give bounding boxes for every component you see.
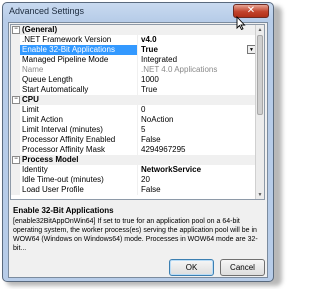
property-value[interactable]: False [137,135,256,145]
gutter [11,75,20,85]
property-row[interactable]: Managed Pipeline Mode Integrated [11,55,256,65]
collapse-toggle-icon[interactable]: − [12,96,20,104]
title-bar[interactable]: Advanced Settings ✕ [3,3,273,22]
property-name[interactable]: Idle Time-out (minutes) [20,175,137,185]
property-name[interactable]: Processor Affinity Mask [20,145,137,155]
description-title: Enable 32-Bit Applications [13,206,114,215]
property-value-text: Integrated [141,55,178,64]
property-row[interactable]: Limit Interval (minutes) 5 [11,125,256,135]
gutter [11,135,20,145]
property-row[interactable]: Limit Action NoAction [11,115,256,125]
scroll-down-icon[interactable]: ▼ [256,190,264,199]
property-value-text: NoAction [141,115,174,124]
property-value-text: 1000 [141,75,159,84]
category-row[interactable]: − Process Model [11,155,256,165]
property-value[interactable]: 0 [137,105,256,115]
gutter [11,125,20,135]
property-row[interactable]: Identity NetworkService [11,165,256,175]
property-value-text: True [141,45,158,54]
collapse-toggle-icon[interactable]: − [12,26,20,34]
ok-button[interactable]: OK [169,259,214,276]
property-name[interactable]: .NET Framework Version [20,35,137,45]
property-value[interactable]: 4294967295 [137,145,256,155]
description-text: [enable32BitAppOnWin64] If set to true f… [13,218,258,252]
gutter [11,55,20,65]
property-value-text: 5 [141,125,146,134]
property-value-text: 0 [141,105,146,114]
mouse-cursor-icon [236,16,246,30]
gutter [11,115,20,125]
property-value[interactable]: NetworkService [137,165,256,175]
property-name[interactable]: Limit Action [20,115,137,125]
property-row[interactable]: Processor Affinity Mask 4294967295 [11,145,256,155]
property-row[interactable]: .NET Framework Version v4.0 [11,35,256,45]
scroll-thumb[interactable] [257,35,263,115]
property-value[interactable]: True [137,85,256,95]
collapse-toggle-icon[interactable]: − [12,156,20,164]
gutter: − [11,155,20,165]
property-name[interactable]: Start Automatically [20,85,137,95]
gutter [11,165,20,175]
property-name[interactable]: Processor Affinity Enabled [20,135,137,145]
property-name[interactable]: Load User Profile [20,185,137,195]
vertical-scrollbar[interactable]: ▲ ▼ [255,25,264,199]
property-grid: − (General) .NET Framework Version v4.0 Enab… [10,24,265,200]
close-icon: ✕ [246,5,256,16]
property-value[interactable]: 5 [137,125,256,135]
property-value[interactable]: Integrated [137,55,256,65]
property-name[interactable]: Enable 32-Bit Applications [20,45,137,55]
window-title: Advanced Settings [9,6,85,16]
property-row[interactable]: Load User Profile False [11,185,256,195]
gutter [11,65,20,75]
property-value[interactable]: 1000 [137,75,256,85]
property-value-text: v4.0 [141,35,157,44]
gutter: − [11,95,20,105]
category-label: CPU [22,95,39,104]
gutter [11,45,20,55]
property-value-text: .NET 4.0 Applications [141,65,218,74]
gutter [11,185,20,195]
property-value-text: 4294967295 [141,145,186,154]
property-name[interactable]: Queue Length [20,75,137,85]
property-row[interactable]: Name .NET 4.0 Applications [11,65,256,75]
property-row[interactable]: Start Automatically True [11,85,256,95]
property-value[interactable]: True ▼ [137,45,256,55]
property-value-text: True [141,85,158,94]
property-rows: − (General) .NET Framework Version v4.0 Enab… [11,25,256,195]
cancel-button[interactable]: Cancel [220,259,265,276]
property-name[interactable]: Identity [20,165,137,175]
property-value[interactable]: NoAction [137,115,256,125]
property-row[interactable]: Idle Time-out (minutes) 20 [11,175,256,185]
property-row[interactable]: Limit 0 [11,105,256,115]
category-label: (General) [22,25,58,34]
description-panel: Enable 32-Bit Applications [enable32BitA… [10,203,265,252]
property-name[interactable]: Limit [20,105,137,115]
gutter [11,105,20,115]
property-name[interactable]: Managed Pipeline Mode [20,55,137,65]
property-value-text: 20 [141,175,150,184]
property-value[interactable]: .NET 4.0 Applications [137,65,256,75]
category-row[interactable]: − (General) [11,25,256,35]
property-value-text: NetworkService [141,165,202,174]
gutter [11,35,20,45]
property-value[interactable]: 20 [137,175,256,185]
property-row[interactable]: Processor Affinity Enabled False [11,135,256,145]
category-row[interactable]: − CPU [11,95,256,105]
property-value-text: False [141,135,161,144]
gutter [11,145,20,155]
property-row[interactable]: Enable 32-Bit Applications True ▼ [11,45,256,55]
advanced-settings-dialog: Advanced Settings ✕ − (General) .NET Frame… [2,2,274,282]
dialog-client-area: − (General) .NET Framework Version v4.0 Enab… [8,22,268,278]
gutter: − [11,25,20,35]
scroll-up-icon[interactable]: ▲ [256,25,264,34]
property-name[interactable]: Limit Interval (minutes) [20,125,137,135]
gutter [11,175,20,185]
property-value[interactable]: v4.0 [137,35,256,45]
property-value[interactable]: False [137,185,256,195]
property-row[interactable]: Queue Length 1000 [11,75,256,85]
property-value-text: False [141,185,161,194]
category-label: Process Model [22,155,79,164]
property-name[interactable]: Name [20,65,137,75]
gutter [11,85,20,95]
